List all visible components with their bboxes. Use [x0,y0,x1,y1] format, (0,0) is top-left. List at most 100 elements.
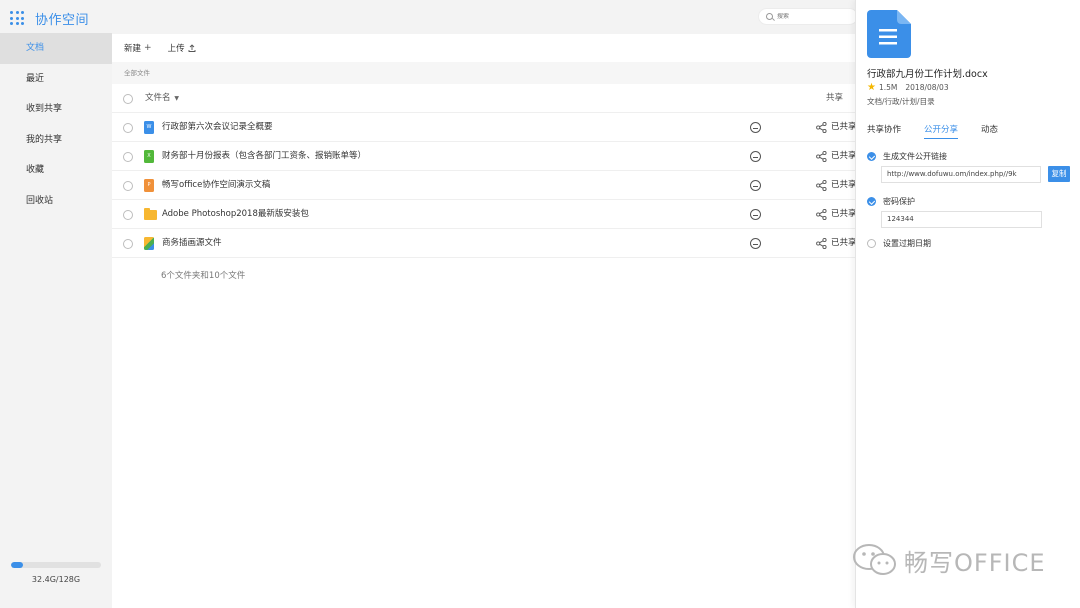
new-button-label: 新建 [124,44,142,54]
sidebar-item-my-shares[interactable]: 我的共享 [0,125,112,156]
expiry-option[interactable]: 设置过期日期 [867,238,931,249]
share-status-label: 已共享 [831,151,855,161]
watermark: 畅写OFFICE [852,542,1046,578]
detail-file-path: 文档/行政/计划/目录 [867,97,935,106]
storage-usage-text: 32.4G/128G [31,575,81,584]
public-link-option[interactable]: 生成文件公开链接 [867,151,947,162]
checkbox-checked-icon[interactable] [867,197,876,206]
share-status-label: 已共享 [831,122,855,132]
tab-collaboration[interactable]: 共享协作 [867,123,901,139]
select-all-radio[interactable] [123,93,133,104]
file-table: 文件名 ▼ 共享 W 行政部第六次会议记录全概要 已共享 X 财务部十月份报表（包含各部… [112,84,855,258]
remove-circle-icon[interactable] [750,209,761,220]
share-status[interactable]: 已共享 [816,171,855,200]
public-link-field[interactable]: http://www.dofuwu.om/index.php//9k [881,166,1041,183]
search-icon [766,13,773,20]
detail-tabs: 共享协作 公开分享 动态 [867,123,1021,139]
brand: 协作空间 [10,9,90,28]
share-icon [816,209,827,220]
password-option[interactable]: 密码保护 [867,196,915,207]
share-icon [816,151,827,162]
sidebar-item-documents[interactable]: 文档 [0,33,112,64]
upload-button[interactable]: 上传 [168,42,196,54]
storage-progress-fill [11,562,23,568]
top-bar [112,0,858,34]
sort-caret-icon: ▼ [172,95,180,102]
table-header: 文件名 ▼ 共享 [112,84,855,113]
file-detail-panel: 行政部九月份工作计划.docx ★ 1.5M 2018/08/03 文档/行政/… [855,0,1080,608]
search-input[interactable] [777,13,847,20]
share-icon [816,122,827,133]
detail-file-size: 1.5M [878,83,898,92]
remove-circle-icon[interactable] [750,238,761,249]
tab-activity[interactable]: 动态 [981,123,998,139]
row-select-radio[interactable] [123,180,133,191]
star-icon[interactable]: ★ [867,82,876,93]
storage-progress-bar [11,562,101,568]
excel-file-icon: X [144,150,154,163]
column-header-name[interactable]: 文件名 ▼ [145,84,179,113]
upload-icon [188,44,196,52]
column-header-name-label: 文件名 [145,93,171,103]
tab-public-share[interactable]: 公开分享 [924,123,959,139]
detail-file-meta: ★ 1.5M 2018/08/03 [867,82,949,93]
checkbox-checked-icon[interactable] [867,152,876,161]
image-file-icon [144,237,154,250]
detail-file-date: 2018/08/03 [905,83,949,92]
search-box[interactable] [758,8,858,25]
remove-circle-icon[interactable] [750,122,761,133]
share-status[interactable]: 已共享 [816,200,855,229]
row-select-radio[interactable] [123,238,133,249]
remove-circle-icon[interactable] [750,151,761,162]
file-name[interactable]: 行政部第六次会议记录全概要 [162,113,273,142]
share-status[interactable]: 已共享 [816,229,855,258]
file-name[interactable]: 商务插画源文件 [162,229,222,258]
file-count-summary: 6个文件夹和10个文件 [161,271,246,281]
table-row[interactable]: X 财务部十月份报表（包含各部门工资条、报销账单等） 已共享 [112,142,855,171]
folder-icon [144,208,157,220]
table-row[interactable]: Adobe Photoshop2018最新版安装包 已共享 [112,200,855,229]
expiry-label: 设置过期日期 [883,239,931,248]
remove-circle-icon[interactable] [750,180,761,191]
breadcrumb[interactable]: 全部文件 [112,62,855,84]
plus-icon: + [144,43,152,53]
share-status[interactable]: 已共享 [816,142,855,171]
file-name[interactable]: Adobe Photoshop2018最新版安装包 [162,200,309,229]
row-select-radio[interactable] [123,151,133,162]
password-field[interactable]: 124344 [881,211,1042,228]
sidebar-item-trash[interactable]: 回收站 [0,186,112,217]
share-icon [816,238,827,249]
share-status-label: 已共享 [831,209,855,219]
row-select-radio[interactable] [123,122,133,133]
checkbox-unchecked-icon[interactable] [867,239,876,248]
sidebar: 协作空间 文档 最近 收到共享 我的共享 收藏 回收站 32.4G/128G [0,0,112,608]
password-label: 密码保护 [883,197,915,206]
file-name[interactable]: 畅写office协作空间演示文稿 [162,171,270,200]
sidebar-item-favorites[interactable]: 收藏 [0,155,112,186]
file-name[interactable]: 财务部十月份报表（包含各部门工资条、报销账单等） [162,142,366,171]
share-status-label: 已共享 [831,238,855,248]
share-status-label: 已共享 [831,180,855,190]
public-link-label: 生成文件公开链接 [883,152,947,161]
watermark-text: 畅写OFFICE [904,548,1046,577]
share-status[interactable]: 已共享 [816,113,855,142]
column-header-share: 共享 [826,93,844,103]
table-row[interactable]: 商务插画源文件 已共享 [112,229,855,258]
table-row[interactable]: P 畅写office协作空间演示文稿 已共享 [112,171,855,200]
word-document-icon [867,10,911,58]
app-title: 协作空间 [35,12,90,28]
sidebar-item-received-shares[interactable]: 收到共享 [0,94,112,125]
table-row[interactable]: W 行政部第六次会议记录全概要 已共享 [112,113,855,142]
copy-link-button[interactable]: 复制 [1048,166,1070,182]
toolbar: 新建 + 上传 [112,34,855,62]
upload-button-label: 上传 [167,44,185,54]
sidebar-item-recent[interactable]: 最近 [0,64,112,95]
word-file-icon: W [144,121,154,134]
app-grid-icon[interactable] [10,11,24,25]
row-select-radio[interactable] [123,209,133,220]
share-icon [816,180,827,191]
new-button[interactable]: 新建 + [124,42,152,54]
wechat-logo-icon [853,544,896,575]
sidebar-nav: 文档 最近 收到共享 我的共享 收藏 回收站 [0,33,112,216]
ppt-file-icon: P [144,179,154,192]
